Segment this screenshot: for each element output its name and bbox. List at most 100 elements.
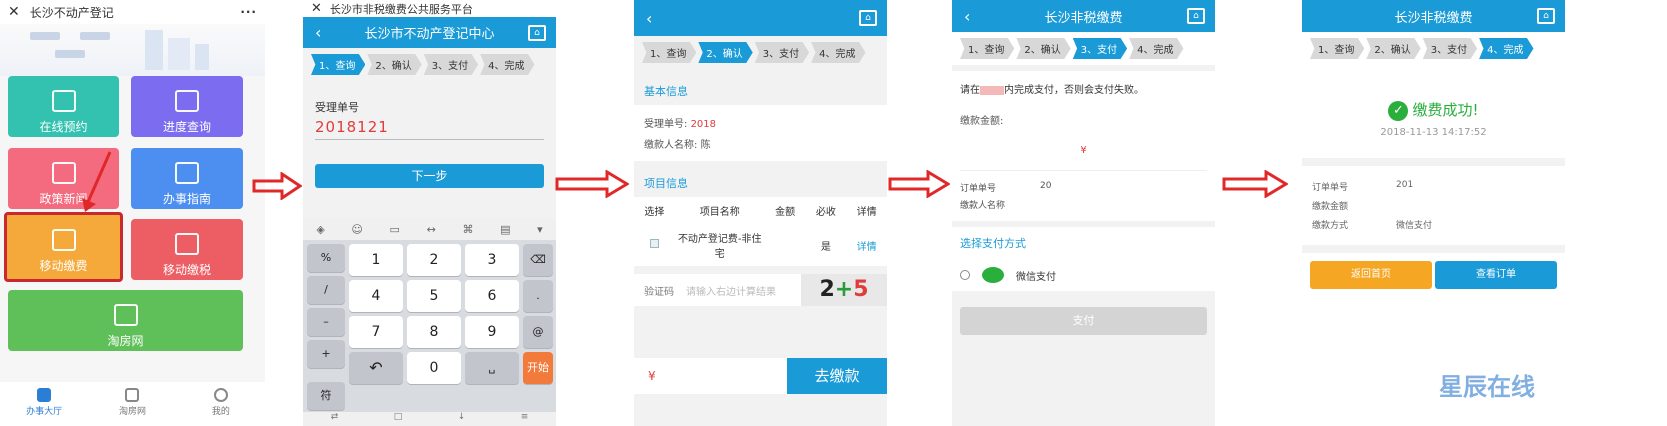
tile-mobile-tax[interactable]: 移动缴税 [131,219,243,280]
key-7[interactable]: 7 [349,316,403,348]
nav-housing[interactable]: 淘房网 [88,382,176,426]
flow-arrow [1222,170,1288,198]
keyboard-icon[interactable]: ▭ [390,223,400,236]
key-1[interactable]: 1 [349,244,403,276]
receipt-input[interactable]: 2018121 [315,115,544,140]
key-slash[interactable]: / [307,276,345,304]
tile-progress-query[interactable]: 进度查询 [131,76,243,137]
row-label: 订单单号 [1312,182,1349,193]
step-pay: 3、支付 [1072,38,1128,59]
back-icon[interactable]: ‹ [646,9,652,28]
search-doc-icon [175,90,199,112]
close-icon[interactable]: ✕ [311,1,322,16]
key-backspace[interactable]: ⌫ [523,244,553,276]
close-icon[interactable]: ✕ [8,4,20,20]
key-undo[interactable]: ↶ [349,352,403,384]
step-indicator: 1、查询 2、确认 3、支付 4、完成 [952,32,1215,65]
radio-button[interactable] [960,270,970,280]
tile-service-guide[interactable]: 办事指南 [131,148,243,209]
back-icon[interactable]: ‹ [315,23,321,42]
item-detail-link[interactable]: 详情 [846,224,887,266]
query-screen: ✕ 长沙市非税缴费公共服务平台 ‹ 长沙市不动产登记中心 ⌂ 1、查询 2、确认… [303,0,556,426]
keyboard-logo-icon[interactable]: ◈ [316,223,324,236]
step-query: 1、查询 [1310,38,1365,59]
key-minus[interactable]: – [307,308,345,336]
key-dot[interactable]: . [523,280,553,312]
wechat-pay-option[interactable]: 微信支付 [952,259,1215,291]
key-9[interactable]: 9 [465,316,519,348]
tile-label: 进度查询 [162,120,211,134]
captcha-operator: + [834,277,854,302]
key-at[interactable]: @ [523,316,553,348]
notice-text: 内完成支付，否则会支付失败。 [1004,85,1144,96]
emoji-icon[interactable]: ☺ [351,223,362,236]
step-indicator: 1、查询 2、确认 3、支付 4、完成 [303,48,556,81]
view-order-button[interactable]: 查看订单 [1435,260,1557,289]
section-basic-info: 基本信息 [634,77,887,105]
key-2[interactable]: 2 [407,244,461,276]
nav-mine[interactable]: 我的 [177,382,265,426]
home-icon[interactable]: ⌂ [859,10,877,26]
amount-value: ¥ [1080,145,1087,156]
square-icon[interactable]: □ [394,412,403,426]
tile-online-booking[interactable]: 在线预约 [8,76,119,137]
browser-bar: ✕ 长沙市非税缴费公共服务平台 [303,0,556,17]
back-home-button[interactable]: 返回首页 [1310,260,1432,289]
tile-housing-market[interactable]: 淘房网 [8,290,243,351]
key-4[interactable]: 4 [349,280,403,312]
header-title: 长沙非税缴费 [1394,10,1473,26]
back-icon[interactable]: ‹ [964,7,970,26]
red-pointer-arrow [82,151,112,212]
captcha-image[interactable]: 2+5 [801,274,887,306]
numeric-keyboard: % / – + 符 1 2 3 4 5 6 7 8 9 ↶ 0 ␣ ⌫ . @ … [303,240,556,426]
home-icon[interactable]: ⌂ [528,24,546,41]
payer-row: 缴款人名称: 陈 [644,136,877,151]
payment-notice: 请在 内完成支付，否则会支付失败。 [960,81,1207,96]
app-home-screen: ✕ 长沙不动产登记 ··· 在线预约 进度查询 政策新闻 办事指南 移动缴费 移… [0,0,265,426]
next-step-button[interactable]: 下一步 [315,164,544,188]
system-nav: ⇄ □ ↓ ≡ [303,412,556,426]
tile-mobile-payment[interactable]: 移动缴费 [4,212,123,282]
receipt-row: 受理单号: 2018 [644,115,877,130]
key-symbols[interactable]: 符 [307,382,345,410]
collapse-icon[interactable]: ▾ [537,223,543,236]
cursor-icon[interactable]: ↔ [427,223,436,236]
key-3[interactable]: 3 [465,244,519,276]
pay-button[interactable]: 支付 [960,307,1207,335]
more-menu-icon[interactable]: ··· [240,5,257,19]
clipboard-icon[interactable]: ⌘ [462,223,473,236]
key-0[interactable]: 0 [407,352,461,384]
tile-label: 移动缴税 [162,263,211,277]
payer-row: 缴款人名称 [960,198,1207,211]
key-plus[interactable]: + [307,340,345,368]
key-space[interactable]: ␣ [465,352,519,384]
captcha-input[interactable]: 请输入右边计算结果 [686,283,776,298]
header-title: 长沙市不动产登记中心 [364,27,495,42]
header-title: 长沙非税缴费 [1044,10,1123,26]
layout-icon[interactable]: ▤ [500,223,510,236]
action-buttons: 返回首页 查看订单 [1302,253,1565,297]
wechat-icon [982,267,1004,283]
key-percent[interactable]: % [307,244,345,272]
wechat-pay-label: 微信支付 [1016,271,1056,283]
nav-service-hall[interactable]: 办事大厅 [0,382,88,426]
key-6[interactable]: 6 [465,280,519,312]
key-start[interactable]: 开始 [523,352,553,384]
go-pay-button[interactable]: 去缴款 [787,358,887,394]
home-icon[interactable]: ⌂ [1537,8,1555,24]
tax-icon [175,233,199,255]
switch-icon[interactable]: ⇄ [331,412,339,426]
home-icon[interactable]: ⌂ [1187,8,1205,24]
down-icon[interactable]: ↓ [458,412,466,426]
tile-label: 移动缴费 [39,259,88,273]
captcha-row: 验证码 请输入右边计算结果 2+5 [634,274,887,306]
keyboard-toolbar: ◈ ☺ ▭ ↔ ⌘ ▤ ▾ [303,218,556,240]
notice-text: 请在 [960,85,980,96]
key-5[interactable]: 5 [407,280,461,312]
row-label: 缴款方式 [1312,220,1349,231]
key-8[interactable]: 8 [407,316,461,348]
select-checkbox[interactable] [634,224,675,266]
home-icon [125,388,140,402]
menu-icon[interactable]: ≡ [521,412,529,426]
nav-label: 我的 [211,407,230,417]
